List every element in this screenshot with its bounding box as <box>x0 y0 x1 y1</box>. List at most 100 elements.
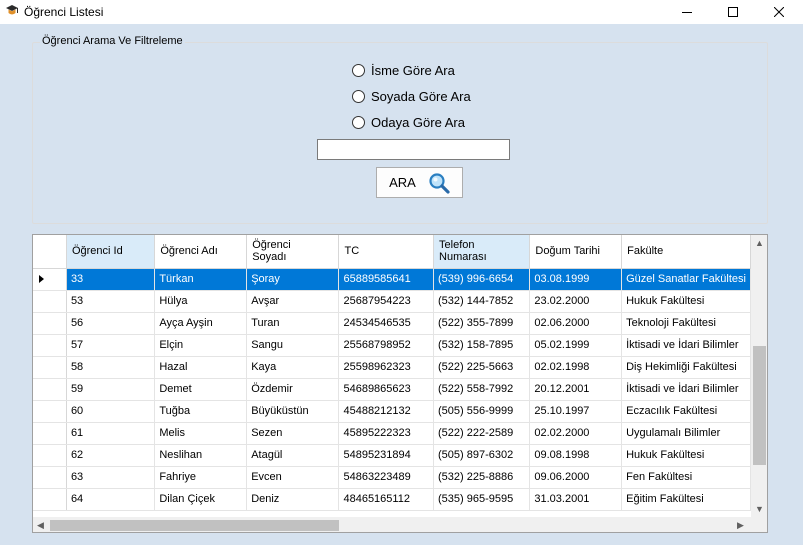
table-cell[interactable]: Eczacılık Fakültesi <box>621 400 751 423</box>
table-cell[interactable]: Hülya <box>154 290 248 313</box>
table-cell[interactable]: Fahriye <box>154 466 248 489</box>
column-header-phone[interactable]: Telefon Numarası <box>433 235 531 269</box>
table-cell[interactable]: 02.06.2000 <box>529 312 623 335</box>
table-cell[interactable]: 54895231894 <box>338 444 435 467</box>
radio-button[interactable] <box>352 116 365 129</box>
table-row[interactable]: 62 Neslihan Atagül 54895231894 (505) 897-630… <box>33 444 751 467</box>
table-cell[interactable]: Hazal <box>154 356 248 379</box>
horizontal-scroll-thumb[interactable] <box>50 520 339 531</box>
table-cell[interactable]: 65889585641 <box>338 268 435 291</box>
table-cell[interactable]: Hukuk Fakültesi <box>621 290 751 313</box>
table-cell[interactable]: (532) 158-7895 <box>433 334 531 357</box>
vertical-scrollbar[interactable]: ▲ ▼ <box>751 235 767 517</box>
row-header[interactable] <box>33 334 67 357</box>
table-cell[interactable]: (522) 225-5663 <box>433 356 531 379</box>
table-cell[interactable]: Teknoloji Fakültesi <box>621 312 751 335</box>
table-cell[interactable]: 59 <box>66 378 156 401</box>
table-cell[interactable]: 33 <box>66 268 156 291</box>
table-cell[interactable]: Dilan Çiçek <box>154 488 248 511</box>
table-cell[interactable]: (505) 897-6302 <box>433 444 531 467</box>
table-cell[interactable]: İktisadi ve İdari Bilimler <box>621 334 751 357</box>
table-cell[interactable]: 64 <box>66 488 156 511</box>
radio-search-by-room[interactable]: Odaya Göre Ara <box>352 115 465 130</box>
close-button[interactable] <box>756 0 802 24</box>
table-cell[interactable]: 48465165112 <box>338 488 435 511</box>
table-row[interactable]: 57 Elçin Sangu 25568798952 (532) 158-7895 05.… <box>33 334 751 357</box>
table-cell[interactable]: 25568798952 <box>338 334 435 357</box>
scroll-left-icon[interactable]: ◀ <box>37 520 44 530</box>
table-cell[interactable]: Sangu <box>246 334 340 357</box>
table-cell[interactable]: 56 <box>66 312 156 335</box>
table-cell[interactable]: Uygulamalı Bilimler <box>621 422 751 445</box>
table-row[interactable]: 56 Ayça Ayşin Turan 24534546535 (522) 355-78… <box>33 312 751 335</box>
row-header[interactable] <box>33 422 67 445</box>
table-cell[interactable]: (522) 222-2589 <box>433 422 531 445</box>
table-cell[interactable]: 09.06.2000 <box>529 466 623 489</box>
scroll-right-icon[interactable]: ▶ <box>737 520 744 530</box>
table-cell[interactable]: 25598962323 <box>338 356 435 379</box>
table-cell[interactable]: Ayça Ayşin <box>154 312 248 335</box>
table-cell[interactable]: 60 <box>66 400 156 423</box>
table-row[interactable]: 53 Hülya Avşar 25687954223 (532) 144-7852 23.… <box>33 290 751 313</box>
row-header[interactable] <box>33 290 67 313</box>
table-cell[interactable]: Neslihan <box>154 444 248 467</box>
table-cell[interactable]: (522) 355-7899 <box>433 312 531 335</box>
column-header-student-id[interactable]: Öğrenci Id <box>66 235 156 269</box>
table-cell[interactable]: Özdemir <box>246 378 340 401</box>
table-cell[interactable]: Eğitim Fakültesi <box>621 488 751 511</box>
table-cell[interactable]: Hukuk Fakültesi <box>621 444 751 467</box>
table-cell[interactable]: 53 <box>66 290 156 313</box>
column-header-student-name[interactable]: Öğrenci Adı <box>154 235 248 269</box>
table-row[interactable]: 60 Tuğba Büyüküstün 45488212132 (505) 556-99… <box>33 400 751 423</box>
table-cell[interactable]: Avşar <box>246 290 340 313</box>
minimize-button[interactable] <box>664 0 710 24</box>
table-row[interactable]: 58 Hazal Kaya 25598962323 (522) 225-5663 02.0… <box>33 356 751 379</box>
table-cell[interactable]: 09.08.1998 <box>529 444 623 467</box>
table-cell[interactable]: (532) 144-7852 <box>433 290 531 313</box>
row-header[interactable] <box>33 444 67 467</box>
table-cell[interactable]: 23.02.2000 <box>529 290 623 313</box>
table-cell[interactable]: Demet <box>154 378 248 401</box>
table-cell[interactable]: 25.10.1997 <box>529 400 623 423</box>
row-header[interactable] <box>33 488 67 511</box>
table-row[interactable]: 64 Dilan Çiçek Deniz 48465165112 (535) 965-9… <box>33 488 751 511</box>
table-cell[interactable]: 54689865623 <box>338 378 435 401</box>
row-header[interactable] <box>33 356 67 379</box>
column-header-student-surname[interactable]: Öğrenci Soyadı <box>246 235 340 269</box>
table-cell[interactable]: 63 <box>66 466 156 489</box>
row-header[interactable] <box>33 466 67 489</box>
table-cell[interactable]: (539) 996-6654 <box>433 268 531 291</box>
table-row[interactable]: 63 Fahriye Evcen 54863223489 (532) 225-8886 0… <box>33 466 751 489</box>
table-cell[interactable]: Tuğba <box>154 400 248 423</box>
table-cell[interactable]: 20.12.2001 <box>529 378 623 401</box>
row-header[interactable] <box>33 378 67 401</box>
table-cell[interactable]: 02.02.2000 <box>529 422 623 445</box>
table-cell[interactable]: 31.03.2001 <box>529 488 623 511</box>
table-cell[interactable]: Diş Hekimliği Fakültesi <box>621 356 751 379</box>
table-cell[interactable]: Kaya <box>246 356 340 379</box>
table-cell[interactable]: Deniz <box>246 488 340 511</box>
table-cell[interactable]: Turan <box>246 312 340 335</box>
table-cell[interactable]: Melis <box>154 422 248 445</box>
column-header-faculty[interactable]: Fakülte <box>621 235 751 269</box>
radio-button[interactable] <box>352 64 365 77</box>
table-cell[interactable]: Sezen <box>246 422 340 445</box>
table-cell[interactable]: 57 <box>66 334 156 357</box>
radio-search-by-surname[interactable]: Soyada Göre Ara <box>352 89 471 104</box>
scroll-up-icon[interactable]: ▲ <box>755 238 764 248</box>
table-cell[interactable]: (522) 558-7992 <box>433 378 531 401</box>
table-cell[interactable]: İktisadi ve İdari Bilimler <box>621 378 751 401</box>
row-header[interactable] <box>33 268 67 291</box>
table-cell[interactable]: 03.08.1999 <box>529 268 623 291</box>
table-cell[interactable]: 24534546535 <box>338 312 435 335</box>
table-cell[interactable]: Türkan <box>154 268 248 291</box>
table-cell[interactable]: 45895222323 <box>338 422 435 445</box>
maximize-button[interactable] <box>710 0 756 24</box>
table-cell[interactable]: Şoray <box>246 268 340 291</box>
radio-search-by-name[interactable]: İsme Göre Ara <box>352 63 455 78</box>
table-cell[interactable]: Evcen <box>246 466 340 489</box>
table-cell[interactable]: (532) 225-8886 <box>433 466 531 489</box>
column-header-birth-date[interactable]: Doğum Tarihi <box>529 235 623 269</box>
table-cell[interactable]: 58 <box>66 356 156 379</box>
radio-button[interactable] <box>352 90 365 103</box>
